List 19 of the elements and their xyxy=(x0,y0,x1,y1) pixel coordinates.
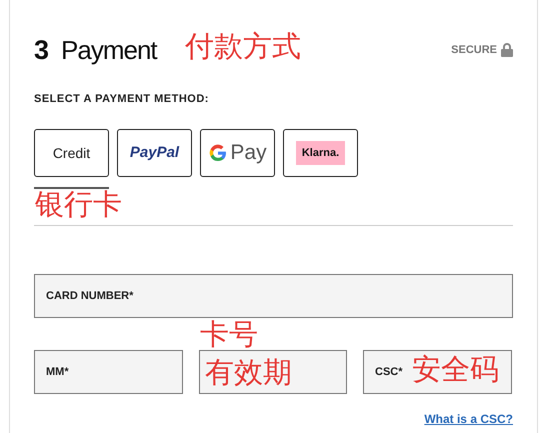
annotation-text: 有效期 xyxy=(205,358,292,387)
payment-method-tab[interactable]: Klarna. xyxy=(283,129,358,177)
method-prompt: SELECT A PAYMENT METHOD: xyxy=(34,92,210,106)
payment-method-tab[interactable]: Pay xyxy=(200,129,275,177)
payment-method-tab[interactable]: PayPal xyxy=(117,129,192,177)
section-title: Payment xyxy=(61,34,157,67)
annotation-text: 安全码 xyxy=(412,355,499,384)
month-field[interactable]: MM* xyxy=(34,350,183,394)
card-number-field[interactable]: CARD NUMBER* xyxy=(34,274,513,318)
google-g-icon xyxy=(208,143,228,163)
lock-icon xyxy=(501,43,513,58)
annotation-text: 付款方式 xyxy=(185,32,301,61)
annotation-text: 卡号 xyxy=(200,320,258,349)
step-number: 3 xyxy=(34,34,50,67)
payment-method-tab[interactable]: Credit xyxy=(34,129,109,177)
help-link[interactable]: What is a CSC? xyxy=(424,410,513,428)
secure-label: SECURE xyxy=(451,43,497,58)
annotation-text: 银行卡 xyxy=(35,190,122,219)
year-field[interactable] xyxy=(199,350,347,394)
